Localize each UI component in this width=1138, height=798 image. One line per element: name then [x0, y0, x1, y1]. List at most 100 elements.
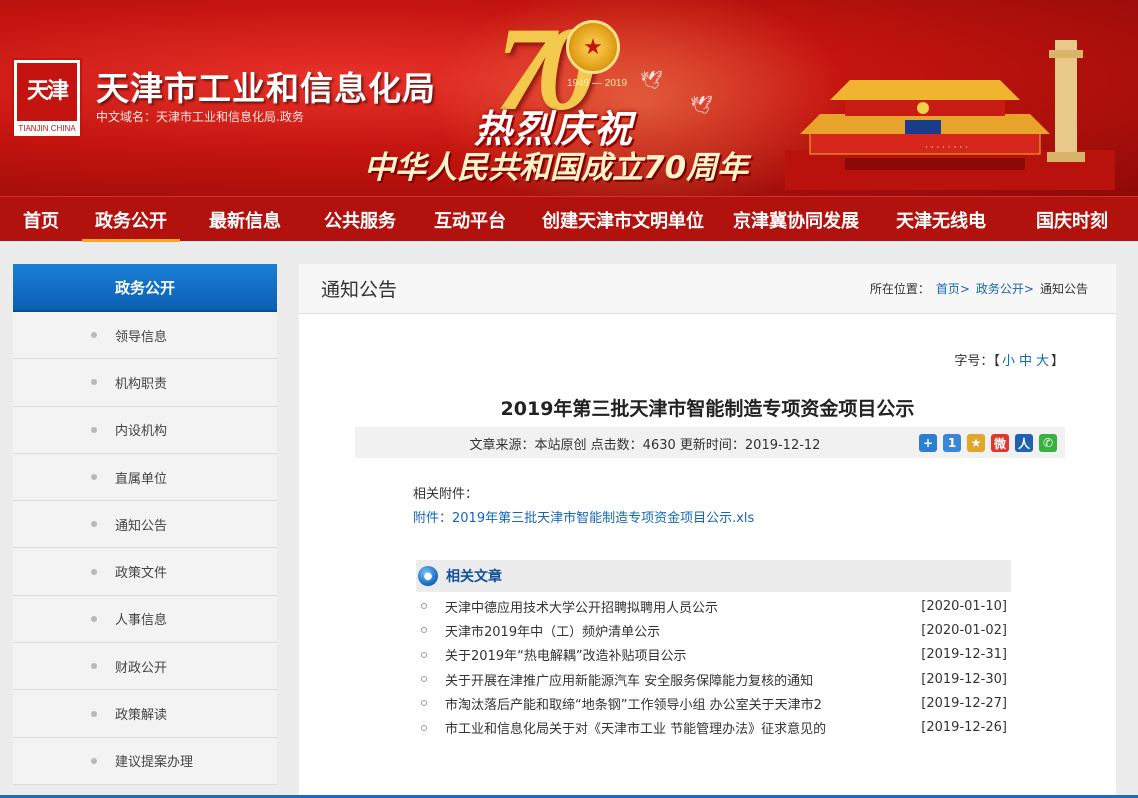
related-articles-title: 相关文章 — [446, 569, 502, 585]
site-logo[interactable]: 天津 TIANJIN CHINA — [12, 58, 82, 138]
bullet-icon — [421, 724, 427, 731]
nav-item-national-day[interactable]: 国庆时刻 — [1006, 197, 1138, 242]
sidebar-item-label: 人事信息 — [115, 613, 168, 629]
sidebar-item-affiliated-units[interactable]: 直属单位 — [13, 453, 277, 502]
sidebar-item-proposals[interactable]: 建议提案办理 — [13, 737, 277, 785]
related-article-link[interactable]: 天津中德应用技术大学公开招聘拟聘用人员公示 — [445, 597, 911, 616]
sidebar-item-label: 建议提案办理 — [115, 755, 194, 771]
bullet-icon — [91, 474, 97, 481]
related-article-date: [2019-12-26] — [921, 720, 1007, 736]
breadcrumb-label: 所在位置： — [869, 282, 930, 296]
nav-item-tianjin-radio[interactable]: 天津无线电 — [876, 197, 1006, 242]
share-toolbar: + 1 ★ 微 人 ✆ — [919, 434, 1057, 452]
bullet-icon — [91, 332, 97, 339]
nav-item-government-affairs[interactable]: 政务公开 — [82, 197, 180, 242]
bullet-icon — [91, 710, 97, 717]
sidebar-item-label: 机构职责 — [115, 376, 168, 392]
section-title: 通知公告 — [321, 279, 398, 301]
sidebar: 政务公开 领导信息 机构职责 内设机构 直属单位 通知公告 政策文件 人事信息 … — [13, 264, 277, 785]
font-size-medium-button[interactable]: 中 — [1019, 354, 1032, 369]
plus-share-icon[interactable]: + — [919, 434, 937, 452]
sidebar-item-policy-docs[interactable]: 政策文件 — [13, 548, 277, 596]
sidebar-item-finance[interactable]: 财政公开 — [13, 643, 277, 691]
bullet-icon — [91, 568, 97, 575]
sidebar-item-label: 内设机构 — [115, 424, 168, 440]
main-nav: 首页 政务公开 最新信息 公共服务 互动平台 创建天津市文明单位 京津冀协同发展… — [0, 196, 1138, 242]
renren-share-icon[interactable]: 人 — [1015, 434, 1033, 452]
bullet-icon — [421, 627, 427, 634]
qzone-share-icon[interactable]: 1 — [943, 434, 961, 452]
sidebar-item-label: 政策文件 — [115, 566, 168, 582]
sidebar-item-policy-interpretation[interactable]: 政策解读 — [13, 690, 277, 738]
sidebar-item-duties[interactable]: 机构职责 — [13, 359, 277, 407]
sidebar-item-leaders[interactable]: 领导信息 — [13, 312, 277, 360]
wechat-share-icon[interactable]: ✆ — [1039, 434, 1057, 452]
slogan-line2: 中华人民共和国成立70周年 — [364, 150, 749, 186]
nav-item-interaction[interactable]: 互动平台 — [410, 197, 530, 242]
star-share-icon[interactable]: ★ — [967, 434, 985, 452]
related-article-date: [2020-01-10] — [921, 598, 1007, 614]
nav-item-jingjinji[interactable]: 京津冀协同发展 — [716, 197, 876, 242]
sidebar-title: 政务公开 — [13, 264, 277, 312]
bullet-icon — [421, 676, 427, 683]
sidebar-item-personnel[interactable]: 人事信息 — [13, 595, 277, 644]
list-item: 关于2019年“热电解耦”改造补贴项目公示 [2019-12-31] — [421, 643, 1007, 667]
nav-item-civilized-unit[interactable]: 创建天津市文明单位 — [530, 197, 716, 242]
logo-english: TIANJIN CHINA — [18, 124, 76, 133]
tiananmen-gate-illustration: · · · · · · · · — [785, 40, 1115, 190]
breadcrumb-current: 通知公告 — [1039, 282, 1088, 296]
breadcrumb-home-link[interactable]: 首页 — [936, 280, 960, 297]
bullet-icon — [91, 615, 97, 622]
national-emblem-icon: ★ — [566, 20, 620, 74]
related-article-link[interactable]: 天津市2019年中（工）频炉清单公示 — [445, 621, 911, 640]
dove-icon: 🕊 — [640, 70, 663, 91]
related-articles-list: 天津中德应用技术大学公开招聘拟聘用人员公示 [2020-01-10] 天津市201… — [421, 594, 1007, 740]
list-item: 天津中德应用技术大学公开招聘拟聘用人员公示 [2020-01-10] — [421, 594, 1007, 618]
attachment-link[interactable]: 附件：2019年第三批天津市智能制造专项资金项目公示.xls — [413, 507, 754, 526]
logo-seal: 天津 — [17, 63, 77, 121]
related-articles-header: ● 相关文章 — [416, 560, 1011, 592]
bullet-icon — [421, 603, 427, 610]
dove-icon: 🕊 — [690, 95, 713, 116]
globe-icon: ● — [418, 566, 438, 586]
header-banner: 天津 TIANJIN CHINA 天津市工业和信息化局 中文域名：天津市工业和信… — [0, 0, 1138, 196]
related-article-link[interactable]: 市淘汰落后产能和取缔“地条钢”工作领导小组 办公室关于天津市2 — [445, 694, 911, 713]
font-size-small-button[interactable]: 小 — [1002, 354, 1015, 369]
related-article-date: [2019-12-30] — [921, 671, 1007, 687]
list-item: 关于开展在津推广应用新能源汽车 安全服务保障能力复核的通知 [2019-12-30… — [421, 667, 1007, 691]
section-header: 通知公告 所在位置： 首页 > 政务公开 > 通知公告 — [299, 264, 1116, 314]
breadcrumb-government-affairs-link[interactable]: 政务公开 — [976, 280, 1024, 297]
list-item: 天津市2019年中（工）频炉清单公示 [2020-01-02] — [421, 618, 1007, 642]
article-title: 2019年第三批天津市智能制造专项资金项目公示 — [500, 398, 915, 420]
svg-text:· · · · · · · ·: · · · · · · · · — [925, 143, 968, 153]
related-article-link[interactable]: 市工业和信息化局关于对《天津市工业 节能管理办法》征求意见的 — [445, 718, 911, 737]
font-size-control: 字号：【小中大】 — [954, 350, 1064, 369]
breadcrumb: 所在位置： 首页 > 政务公开 > 通知公告 — [869, 280, 1088, 297]
related-article-date: [2020-01-02] — [921, 622, 1007, 638]
related-article-date: [2019-12-27] — [921, 695, 1007, 711]
sidebar-item-label: 领导信息 — [115, 329, 168, 345]
bullet-icon — [91, 379, 97, 386]
site-title[interactable]: 天津市工业和信息化局 — [96, 62, 436, 110]
article-meta-bar: 文章来源：本站原创 点击数：4630 更新时间：2019-12-12 + 1 ★… — [355, 427, 1065, 458]
list-item: 市淘汰落后产能和取缔“地条钢”工作领导小组 办公室关于天津市2 [2019-12-… — [421, 691, 1007, 715]
bullet-icon — [421, 700, 427, 707]
related-article-date: [2019-12-31] — [921, 647, 1007, 663]
sidebar-item-label: 政策解读 — [115, 708, 168, 724]
bullet-icon — [91, 426, 97, 433]
nav-item-latest-info[interactable]: 最新信息 — [180, 197, 310, 242]
related-article-link[interactable]: 关于开展在津推广应用新能源汽车 安全服务保障能力复核的通知 — [445, 670, 911, 689]
bullet-icon — [91, 521, 97, 528]
nav-item-home[interactable]: 首页 — [0, 197, 82, 242]
sidebar-item-notices[interactable]: 通知公告 — [13, 501, 277, 549]
bullet-icon — [91, 757, 97, 764]
weibo-share-icon[interactable]: 微 — [991, 434, 1009, 452]
attachment-label: 相关附件： — [413, 487, 479, 502]
site-domain: 中文域名：天津市工业和信息化局.政务 — [96, 110, 304, 124]
nav-item-public-service[interactable]: 公共服务 — [310, 197, 410, 242]
font-size-open-bracket: 【 — [993, 354, 1000, 369]
font-size-large-button[interactable]: 大 — [1036, 354, 1049, 369]
related-article-link[interactable]: 关于2019年“热电解耦”改造补贴项目公示 — [445, 645, 911, 664]
sidebar-item-internal-orgs[interactable]: 内设机构 — [13, 406, 277, 454]
article-meta: 文章来源：本站原创 点击数：4630 更新时间：2019-12-12 — [469, 438, 821, 453]
